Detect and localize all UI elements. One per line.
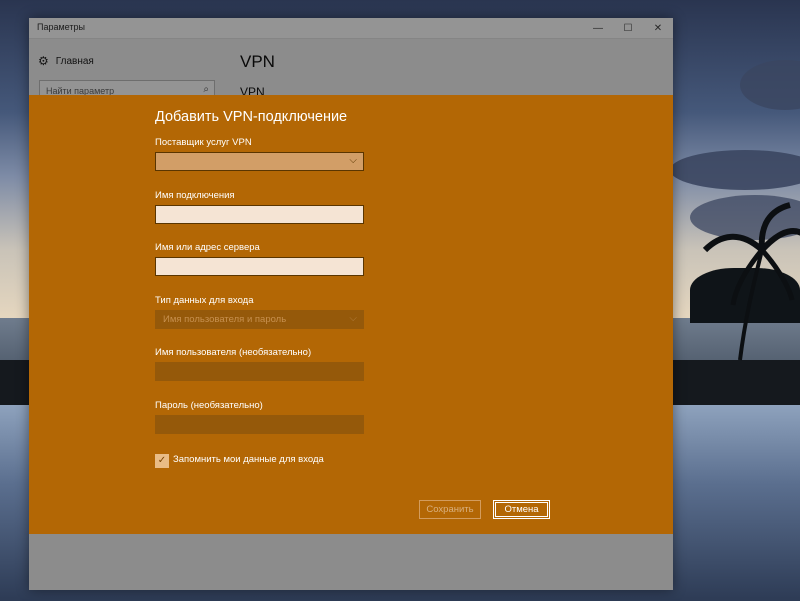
remember-signin-checkbox[interactable]: ✓ bbox=[155, 454, 169, 468]
vpn-provider-select[interactable]: ⌵ bbox=[155, 152, 364, 171]
cancel-button[interactable]: Отмена bbox=[493, 500, 550, 519]
password-input[interactable] bbox=[155, 415, 364, 434]
password-label: Пароль (необязательно) bbox=[155, 400, 263, 411]
server-address-input[interactable] bbox=[155, 257, 364, 276]
signin-type-label: Тип данных для входа bbox=[155, 295, 254, 306]
vpn-provider-label: Поставщик услуг VPN bbox=[155, 137, 252, 148]
add-vpn-dialog: Добавить VPN-подключение Поставщик услуг… bbox=[29, 95, 673, 534]
server-address-label: Имя или адрес сервера bbox=[155, 242, 260, 253]
dialog-title: Добавить VPN-подключение bbox=[155, 109, 348, 125]
save-button[interactable]: Сохранить bbox=[419, 500, 481, 519]
settings-window: Параметры — ☐ ✕ ⚙ Главная Найти параметр… bbox=[29, 18, 673, 590]
checkmark-icon: ✓ bbox=[157, 455, 167, 466]
signin-type-value: Имя пользователя и пароль bbox=[163, 314, 287, 325]
connection-name-label: Имя подключения bbox=[155, 190, 235, 201]
connection-name-input[interactable] bbox=[155, 205, 364, 224]
chevron-down-icon: ⌵ bbox=[349, 155, 357, 166]
username-label: Имя пользователя (необязательно) bbox=[155, 347, 312, 358]
chevron-down-icon: ⌵ bbox=[349, 313, 357, 324]
username-input[interactable] bbox=[155, 362, 364, 381]
remember-signin-label[interactable]: Запомнить мои данные для входа bbox=[173, 454, 324, 465]
signin-type-select[interactable]: Имя пользователя и пароль ⌵ bbox=[155, 310, 364, 329]
